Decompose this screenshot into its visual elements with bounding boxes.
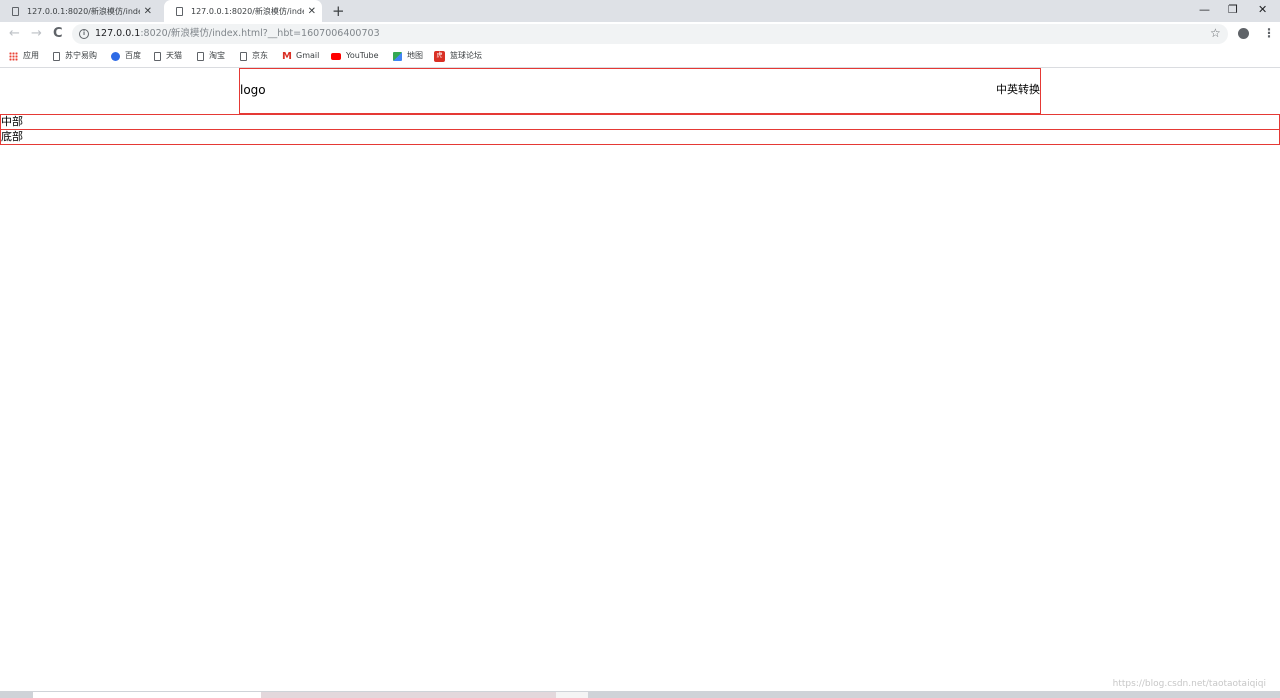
forward-button[interactable]: → bbox=[31, 25, 42, 43]
page-viewport: logo 中英转换 中部 底部 bbox=[0, 68, 1280, 691]
close-tab-icon[interactable]: ✕ bbox=[144, 6, 152, 17]
tab-title: 127.0.0.1:8020/新浪模仿/index bbox=[27, 6, 140, 16]
bookmark-basketball-forum[interactable]: 虎 篮球论坛 bbox=[434, 50, 482, 62]
taskbar-item[interactable] bbox=[261, 692, 556, 698]
url-path: :8020/新浪模仿/index.html?__hbt=160700640070… bbox=[140, 28, 380, 39]
site-info-icon[interactable]: i bbox=[79, 29, 89, 39]
bookmark-taobao[interactable]: 淘宝 bbox=[197, 50, 225, 62]
tab-strip: 127.0.0.1:8020/新浪模仿/index ✕ 127.0.0.1:80… bbox=[0, 0, 1280, 23]
bookmark-label: Gmail bbox=[296, 51, 320, 60]
tab-title: 127.0.0.1:8020/新浪模仿/index bbox=[191, 7, 304, 16]
bookmark-label: YouTube bbox=[346, 51, 379, 60]
page-icon bbox=[176, 7, 183, 16]
close-window-button[interactable]: ✕ bbox=[1258, 2, 1267, 18]
page-icon bbox=[154, 51, 161, 61]
bookmark-tmall[interactable]: 天猫 bbox=[154, 50, 182, 62]
footer-section: 底部 bbox=[0, 129, 1280, 145]
logo: logo bbox=[240, 83, 266, 97]
middle-section: 中部 bbox=[0, 114, 1280, 130]
watermark: https://blog.csdn.net/taotaotaiqiqi bbox=[1112, 679, 1266, 689]
language-switch[interactable]: 中英转换 bbox=[996, 82, 1040, 98]
close-tab-icon[interactable]: ✕ bbox=[308, 6, 316, 17]
baidu-paw-icon bbox=[111, 51, 120, 61]
page-icon bbox=[53, 51, 60, 61]
gmail-icon: M bbox=[282, 50, 292, 62]
bookmark-label: 苏宁易购 bbox=[65, 51, 97, 60]
new-tab-button[interactable]: + bbox=[332, 2, 345, 20]
bookmark-label: 天猫 bbox=[166, 51, 182, 60]
bookmark-jd[interactable]: 京东 bbox=[240, 50, 268, 62]
menu-icon[interactable]: ⋮ bbox=[1263, 27, 1275, 39]
basketball-forum-icon: 虎 bbox=[434, 50, 445, 62]
bookmark-suning[interactable]: 苏宁易购 bbox=[53, 50, 97, 62]
bookmark-gmail[interactable]: M Gmail bbox=[282, 50, 319, 62]
restore-button[interactable]: ❐ bbox=[1228, 2, 1238, 18]
maps-icon bbox=[393, 51, 402, 61]
url-text[interactable]: 127.0.0.1:8020/新浪模仿/index.html?__hbt=160… bbox=[95, 27, 380, 41]
reload-button[interactable]: C bbox=[53, 25, 63, 43]
bookmark-star-icon[interactable]: ☆ bbox=[1210, 26, 1221, 40]
page-icon bbox=[240, 51, 247, 61]
bookmark-label: 篮球论坛 bbox=[450, 51, 482, 60]
bookmark-label: 京东 bbox=[252, 51, 268, 60]
bookmark-label: 淘宝 bbox=[209, 51, 225, 60]
account-icon[interactable] bbox=[1238, 28, 1249, 39]
bookmark-label: 应用 bbox=[23, 51, 39, 60]
bookmark-youtube[interactable]: YouTube bbox=[331, 50, 379, 62]
bookmark-label: 地图 bbox=[407, 51, 423, 60]
page-header: logo 中英转换 bbox=[239, 68, 1041, 114]
browser-tab-active[interactable]: 127.0.0.1:8020/新浪模仿/index ✕ bbox=[164, 0, 322, 23]
bookmark-label: 百度 bbox=[125, 51, 141, 60]
page-icon bbox=[12, 6, 19, 16]
minimize-button[interactable]: — bbox=[1199, 2, 1210, 18]
url-host: 127.0.0.1 bbox=[95, 28, 141, 39]
bookmarks-bar: 应用 苏宁易购 百度 天猫 淘宝 京东 M Gmail YouTube 地图 虎… bbox=[0, 46, 1280, 68]
youtube-icon bbox=[331, 52, 341, 60]
page-icon bbox=[197, 51, 204, 61]
address-bar[interactable]: i 127.0.0.1:8020/新浪模仿/index.html?__hbt=1… bbox=[72, 24, 1228, 44]
browser-toolbar: ← → C i 127.0.0.1:8020/新浪模仿/index.html?_… bbox=[0, 22, 1280, 46]
back-button[interactable]: ← bbox=[9, 25, 20, 43]
apps-icon bbox=[9, 51, 18, 61]
bookmark-maps[interactable]: 地图 bbox=[393, 50, 423, 62]
taskbar-item[interactable] bbox=[33, 692, 261, 698]
bookmark-apps[interactable]: 应用 bbox=[9, 50, 39, 62]
bookmark-baidu[interactable]: 百度 bbox=[111, 50, 141, 62]
taskbar-item[interactable] bbox=[556, 692, 588, 698]
browser-tab[interactable]: 127.0.0.1:8020/新浪模仿/index ✕ bbox=[0, 0, 158, 22]
